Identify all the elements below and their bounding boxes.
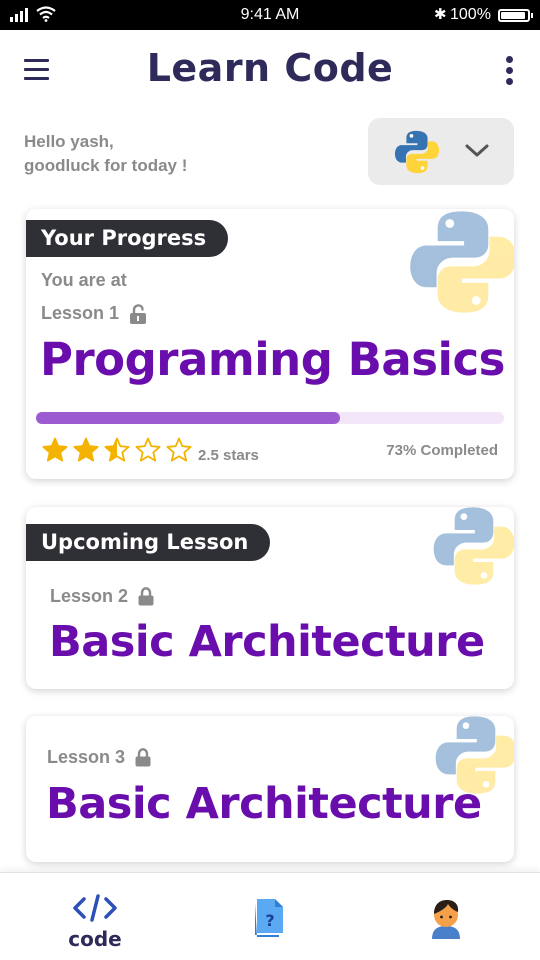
quiz-document-icon: ?: [255, 899, 283, 937]
lesson-progress-bar: [36, 412, 504, 424]
python-watermark-icon: [410, 211, 514, 313]
completion-label: 73% Completed: [386, 442, 498, 459]
star-empty-icon: [166, 437, 192, 462]
star-half-icon: [104, 437, 130, 462]
app-title: Learn Code: [146, 46, 394, 90]
star-empty-icon: [135, 437, 161, 462]
chevron-down-icon: [465, 144, 489, 157]
next-lesson: Lesson 3: [47, 747, 151, 768]
star-rating: [42, 437, 192, 463]
python-watermark-icon: [433, 507, 514, 585]
language-selector[interactable]: [368, 118, 514, 185]
next-lesson-card[interactable]: Lesson 3 Basic Architecture: [26, 716, 514, 862]
greeting-line-2: goodluck for today !: [24, 156, 188, 175]
progress-intro: You are at: [41, 270, 127, 290]
upcoming-course-title: Basic Architecture: [49, 617, 485, 667]
status-bar: 9:41 AM ✱ 100%: [0, 0, 540, 30]
progress-card[interactable]: Your Progress You are at Lesson 1 Progra…: [26, 209, 514, 479]
more-options-button[interactable]: [502, 56, 516, 86]
code-brackets-icon: [73, 894, 117, 922]
bottom-navigation: code ?: [0, 872, 540, 960]
next-course-title: Basic Architecture: [46, 779, 482, 829]
battery-percentage: 100%: [450, 6, 491, 23]
upcoming-lesson-badge: Upcoming Lesson: [26, 524, 271, 561]
nav-code-label: code: [68, 927, 122, 951]
star-full-icon: [73, 437, 99, 462]
star-full-icon: [42, 437, 68, 462]
nav-code[interactable]: code: [45, 873, 145, 960]
battery-icon: [498, 9, 533, 22]
stars-label: 2.5 stars: [198, 447, 259, 464]
current-course-title: Programing Basics: [40, 333, 505, 386]
bluetooth-icon: ✱: [434, 6, 447, 23]
svg-text:?: ?: [265, 911, 274, 930]
current-lesson: Lesson 1: [41, 303, 147, 324]
locked-padlock-icon: [138, 587, 154, 606]
current-lesson-label: Lesson 1: [41, 303, 120, 323]
greeting-line-1: Hello yash,: [24, 132, 114, 151]
next-lesson-label: Lesson 3: [47, 747, 126, 767]
upcoming-lesson-label: Lesson 2: [50, 586, 129, 606]
vertical-dots-icon: [505, 56, 513, 63]
progress-bar-fill: [36, 412, 341, 424]
upcoming-lesson-card[interactable]: Upcoming Lesson Lesson 2 Basic Architect…: [26, 507, 514, 689]
your-progress-badge: Your Progress: [26, 220, 229, 257]
upcoming-lesson: Lesson 2: [50, 586, 154, 607]
nav-quiz[interactable]: ?: [220, 873, 320, 960]
nav-profile[interactable]: [396, 873, 496, 960]
greeting: Hello yash, goodluck for today !: [24, 130, 187, 178]
user-avatar-icon: [432, 900, 460, 939]
python-logo-icon: [394, 130, 440, 174]
unlocked-padlock-icon: [130, 303, 147, 324]
locked-padlock-icon: [135, 748, 151, 767]
